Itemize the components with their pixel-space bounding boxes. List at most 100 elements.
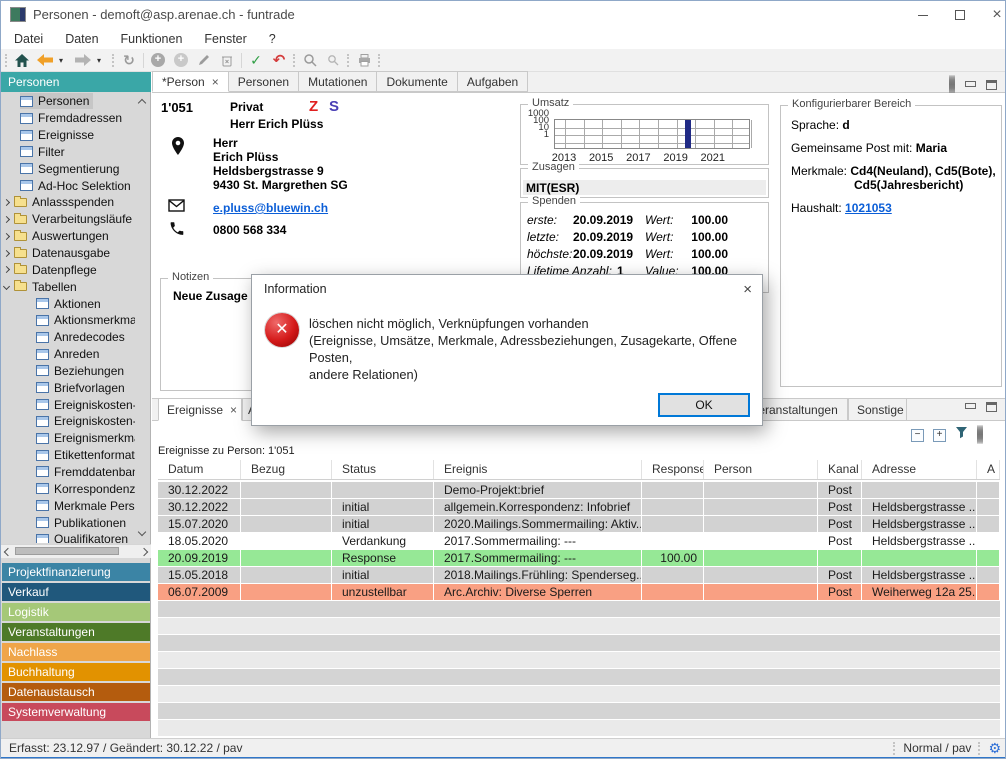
- panel-maximize-icon[interactable]: [986, 80, 997, 90]
- tree-item-fremddatenbank[interactable]: Fremddatenbank: [2, 464, 135, 481]
- search-small-icon[interactable]: [324, 51, 342, 69]
- filter-icon[interactable]: [955, 426, 968, 444]
- module-projektfinanzierung[interactable]: Projektfinanzierung: [2, 563, 150, 581]
- window-minimize-button[interactable]: [906, 1, 940, 29]
- tree-item-filter[interactable]: Filter: [2, 144, 135, 161]
- delete-icon[interactable]: [218, 51, 236, 69]
- add-alt-icon[interactable]: +: [172, 51, 190, 69]
- add-icon[interactable]: +: [149, 51, 167, 69]
- tab-ereignisse[interactable]: Ereignisse×: [158, 398, 242, 421]
- tree-item-korrespondenz[interactable]: Korrespondenz: [2, 480, 135, 497]
- panel-minimize-icon[interactable]: [965, 81, 976, 87]
- column-header-bezug[interactable]: Bezug: [241, 460, 332, 479]
- confirm-icon[interactable]: ✓: [247, 51, 265, 69]
- tree-item-datenpflege[interactable]: Datenpflege: [2, 261, 135, 278]
- column-header-datum[interactable]: Datum: [158, 460, 241, 479]
- menu-fenster[interactable]: Fenster: [193, 32, 257, 46]
- tree-item-tabellen[interactable]: Tabellen: [2, 278, 135, 295]
- tree-item-segmentierung[interactable]: Segmentierung: [2, 160, 135, 177]
- home-icon[interactable]: [13, 51, 31, 69]
- module-buchhaltung[interactable]: Buchhaltung: [2, 663, 150, 681]
- scrollbar-thumb[interactable]: [15, 547, 119, 555]
- search-icon[interactable]: [301, 51, 319, 69]
- chevron-down-icon[interactable]: [3, 283, 10, 290]
- expand-all-icon[interactable]: +: [933, 429, 946, 442]
- toolbar-grip[interactable]: [5, 54, 8, 67]
- tab-dokumente[interactable]: Dokumente: [377, 71, 457, 92]
- tree-item-ereigniskosten-e[interactable]: Ereigniskosten-E: [2, 396, 135, 413]
- dialog-close-icon[interactable]: ×: [743, 281, 752, 298]
- table-row[interactable]: 15.07.2020initial2020.Mailings.Sommermai…: [158, 516, 1000, 532]
- forward-dropdown-icon[interactable]: ▾: [97, 56, 107, 65]
- chevron-right-icon[interactable]: [3, 199, 10, 206]
- print-icon[interactable]: [355, 51, 373, 69]
- tab-aufgaben[interactable]: Aufgaben: [458, 71, 528, 92]
- ok-button[interactable]: OK: [658, 393, 750, 417]
- back-dropdown-icon[interactable]: ▾: [59, 56, 69, 65]
- tree-item-ereignismerkmal[interactable]: Ereignismerkmal: [2, 430, 135, 447]
- tree-item-anreden[interactable]: Anreden: [2, 346, 135, 363]
- module-datenaustausch[interactable]: Datenaustausch: [2, 683, 150, 701]
- tab-mutationen[interactable]: Mutationen: [299, 71, 377, 92]
- tree-item-aktionen[interactable]: Aktionen: [2, 295, 135, 312]
- tab-close-icon[interactable]: ×: [230, 403, 237, 417]
- tree-item-qualifikatoren[interactable]: Qualifikatoren: [2, 531, 135, 543]
- module-veranstaltungen[interactable]: Veranstaltungen: [2, 623, 150, 641]
- toolbar-grip[interactable]: [378, 54, 381, 67]
- panel-minimize-icon[interactable]: [965, 403, 976, 409]
- column-header-response[interactable]: Response: [642, 460, 704, 479]
- module-verkauf[interactable]: Verkauf: [2, 583, 150, 601]
- column-header-person[interactable]: Person: [704, 460, 818, 479]
- tree-item-ereignisse[interactable]: Ereignisse: [2, 127, 135, 144]
- column-header-a[interactable]: A: [977, 460, 1000, 479]
- tree-item-beziehungen[interactable]: Beziehungen: [2, 363, 135, 380]
- tab-sonstige[interactable]: Sonstige: [848, 398, 907, 421]
- tree-item-publikationen[interactable]: Publikationen: [2, 514, 135, 531]
- tab-person[interactable]: *Person×: [152, 71, 229, 92]
- window-close-button[interactable]: ×: [980, 1, 1006, 29]
- tree-item-briefvorlagen[interactable]: Briefvorlagen: [2, 379, 135, 396]
- chevron-right-icon[interactable]: [3, 266, 10, 273]
- panel-maximize-icon[interactable]: [986, 402, 997, 412]
- tree-item-personen[interactable]: Personen: [2, 93, 135, 110]
- menu-help[interactable]: ?: [258, 32, 287, 46]
- haushalt-link[interactable]: 1021053: [845, 201, 892, 215]
- table-row[interactable]: 20.09.2019Response2017.Sommermailing: --…: [158, 550, 1000, 566]
- column-header-adresse[interactable]: Adresse: [862, 460, 977, 479]
- chevron-right-icon[interactable]: [3, 249, 10, 256]
- tree-item-anlassspenden[interactable]: Anlassspenden: [2, 194, 135, 211]
- menu-funktionen[interactable]: Funktionen: [110, 32, 194, 46]
- tab-personen[interactable]: Personen: [229, 71, 299, 92]
- tree-item-datenausgabe[interactable]: Datenausgabe: [2, 245, 135, 262]
- collapse-all-icon[interactable]: −: [911, 429, 924, 442]
- column-header-status[interactable]: Status: [332, 460, 434, 479]
- undo-icon[interactable]: ↶: [270, 51, 288, 69]
- menu-daten[interactable]: Daten: [54, 32, 109, 46]
- gear-icon[interactable]: ⚙: [988, 740, 1001, 757]
- forward-icon[interactable]: [74, 51, 92, 69]
- tree-item-ereigniskosten-s[interactable]: Ereigniskosten-S: [2, 413, 135, 430]
- table-row[interactable]: 18.05.2020Verdankung2017.Sommermailing: …: [158, 533, 1000, 549]
- tree-item-fremdadressen[interactable]: Fremdadressen: [2, 110, 135, 127]
- tree-item-auswertungen[interactable]: Auswertungen: [2, 228, 135, 245]
- chevron-right-icon[interactable]: [3, 233, 10, 240]
- edit-icon[interactable]: [195, 51, 213, 69]
- toolbar-grip[interactable]: [347, 54, 350, 67]
- chevron-right-icon[interactable]: [3, 216, 10, 223]
- tree-item-aktionsmerkmal[interactable]: Aktionsmerkmal: [2, 312, 135, 329]
- tree-item-ad-hoc-selektion[interactable]: Ad-Hoc Selektion: [2, 177, 135, 194]
- table-row[interactable]: 30.12.2022Demo-Projekt:briefPost: [158, 482, 1000, 498]
- back-icon[interactable]: [36, 51, 54, 69]
- refresh-icon[interactable]: ↻: [120, 51, 138, 69]
- table-row[interactable]: 06.07.2009unzustellbarArc.Archiv: Divers…: [158, 584, 1000, 600]
- window-maximize-button[interactable]: [943, 1, 977, 29]
- tree-item-merkmale-perso[interactable]: Merkmale Perso: [2, 497, 135, 514]
- tree-item-anredecodes[interactable]: Anredecodes: [2, 329, 135, 346]
- module-logistik[interactable]: Logistik: [2, 603, 150, 621]
- menu-datei[interactable]: Datei: [3, 32, 54, 46]
- tree-item-etikettenformate[interactable]: Etikettenformate: [2, 447, 135, 464]
- module-systemverwaltung[interactable]: Systemverwaltung: [2, 703, 150, 721]
- person-email-link[interactable]: e.pluss@bluewin.ch: [213, 201, 328, 215]
- tab-close-icon[interactable]: ×: [212, 75, 219, 89]
- module-nachlass[interactable]: Nachlass: [2, 643, 150, 661]
